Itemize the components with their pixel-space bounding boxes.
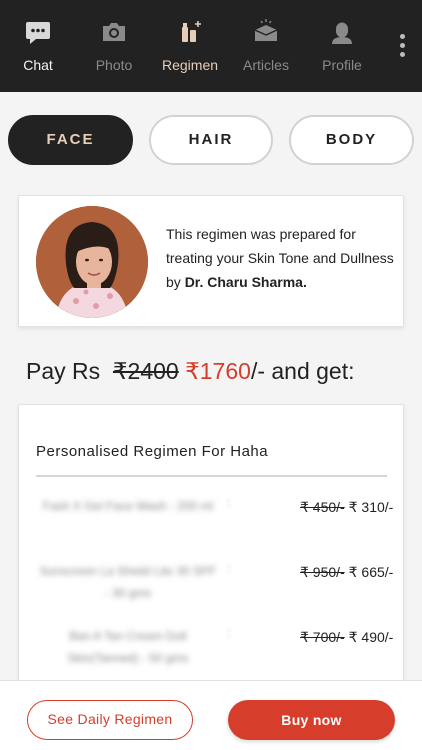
buy-now-button[interactable]: Buy now [228, 700, 395, 740]
list-item: Sunscreen La Shield Lite 30 SPF - 30 gms… [19, 560, 405, 610]
old-total-price: ₹2400 [112, 358, 179, 384]
nav-item-articles[interactable]: Articles [230, 16, 302, 76]
item-prices: ₹ 950/- ₹ 665/- [300, 560, 404, 584]
price-suffix: /- and get: [250, 358, 355, 384]
item-old-price: ₹ 950/- [300, 564, 345, 580]
app-root: Chat Photo Regimen Articles Profile FACE… [0, 0, 422, 750]
price-prefix: Pay Rs [26, 358, 101, 384]
tab-face[interactable]: FACE [8, 115, 133, 165]
list-item: Fash X Gel Face Wash - 200 ml : ₹ 450/- … [19, 495, 405, 545]
regimen-icon [154, 18, 226, 48]
item-new-price: ₹ 665/- [348, 564, 394, 580]
nav-label-articles: Articles [243, 57, 289, 73]
item-separator: : [227, 625, 231, 640]
item-old-price: ₹ 450/- [300, 499, 345, 515]
doctor-name: Dr. Charu Sharma. [184, 274, 307, 290]
item-old-price: ₹ 700/- [300, 629, 345, 645]
tab-body[interactable]: BODY [289, 115, 414, 165]
nav-item-profile[interactable]: Profile [306, 16, 378, 76]
see-daily-regimen-button[interactable]: See Daily Regimen [27, 700, 193, 740]
price-summary: Pay Rs ₹2400 ₹1760/- and get: [26, 358, 406, 385]
product-name: Ban A Tan Cream Dull Skin(Tanned) - 50 g… [67, 629, 189, 665]
regimen-divider [36, 475, 387, 477]
item-prices: ₹ 450/- ₹ 310/- [300, 495, 404, 519]
nav-label-photo: Photo [95, 57, 133, 73]
nav-item-photo[interactable]: Photo [78, 16, 150, 76]
product-name: Fash X Gel Face Wash - 200 ml [42, 499, 214, 513]
doctor-note: This regimen was prepared for treating y… [166, 222, 398, 294]
tab-hair[interactable]: HAIR [149, 115, 273, 165]
doctor-avatar [36, 206, 148, 318]
bottom-action-bar: See Daily Regimen Buy now [0, 680, 422, 750]
nav-label-profile: Profile [322, 57, 362, 73]
nav-label-regimen: Regimen [161, 57, 219, 73]
item-separator: : [227, 495, 231, 510]
nav-item-regimen[interactable]: Regimen [154, 16, 226, 76]
new-total-price: ₹1760 [185, 358, 251, 384]
item-prices: ₹ 700/- ₹ 490/- [300, 625, 404, 649]
doctor-card: This regimen was prepared for treating y… [18, 195, 404, 327]
chat-icon [2, 18, 74, 48]
profile-icon [306, 18, 378, 48]
item-new-price: ₹ 310/- [348, 499, 394, 515]
articles-icon [230, 18, 302, 48]
camera-icon [78, 18, 150, 48]
item-separator: : [227, 560, 231, 575]
list-item: Ban A Tan Cream Dull Skin(Tanned) - 50 g… [19, 625, 405, 675]
regimen-title: Personalised Regimen For Haha [36, 443, 269, 460]
nav-item-chat[interactable]: Chat [2, 16, 74, 76]
top-nav-bar: Chat Photo Regimen Articles Profile [0, 0, 422, 92]
nav-label-chat: Chat [23, 57, 53, 73]
kebab-menu-icon[interactable] [398, 34, 406, 60]
product-name: Sunscreen La Shield Lite 30 SPF - 30 gms [39, 564, 217, 600]
item-new-price: ₹ 490/- [348, 629, 394, 645]
